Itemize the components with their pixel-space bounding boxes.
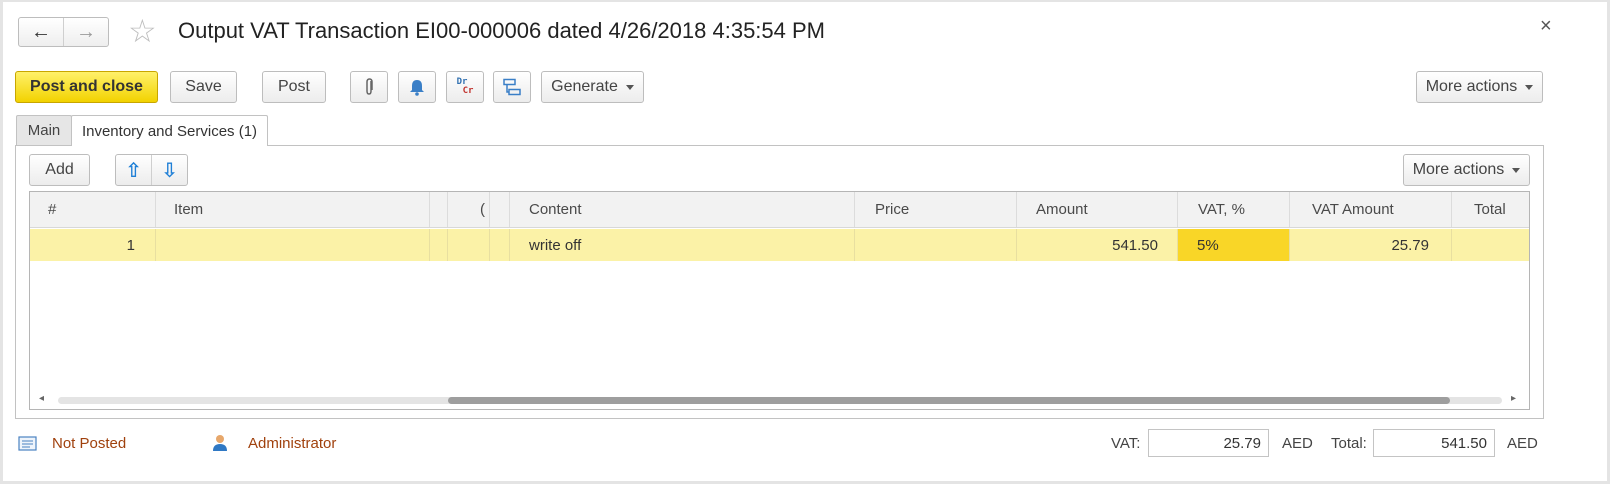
cell-item[interactable]: [156, 229, 430, 261]
favorite-star-icon[interactable]: ☆: [128, 15, 157, 47]
paperclip-icon: [366, 78, 373, 95]
cell-blank-3[interactable]: [490, 229, 510, 261]
vat-currency: AED: [1282, 435, 1313, 452]
cell-vat-amount[interactable]: 25.79: [1290, 229, 1452, 261]
forward-button[interactable]: →: [63, 18, 108, 46]
table-row[interactable]: 1 write off 541.50 5% 25.79: [30, 229, 1529, 261]
table-more-actions-button[interactable]: More actions: [1403, 154, 1530, 186]
cell-number[interactable]: 1: [30, 229, 156, 261]
horizontal-scrollbar[interactable]: ◂ ▸: [30, 391, 1529, 409]
column-header-price[interactable]: Price: [855, 192, 1017, 227]
chevron-down-icon: [1512, 167, 1521, 173]
page-title: Output VAT Transaction EI00-000006 dated…: [178, 18, 826, 43]
arrow-up-icon: ⇧: [125, 159, 142, 182]
column-header-content[interactable]: Content: [510, 192, 855, 227]
column-header-blank-1[interactable]: [430, 192, 448, 227]
column-header-vat-rate[interactable]: VAT, %: [1178, 192, 1290, 227]
table-more-actions-label: More actions: [1412, 161, 1505, 178]
post-button[interactable]: Post: [262, 71, 326, 103]
document-total-label: Total:: [1331, 435, 1367, 452]
close-icon[interactable]: ×: [1540, 16, 1552, 36]
dr-cr-button[interactable]: Dr Cr: [446, 71, 484, 103]
scrollbar-track[interactable]: [58, 397, 1502, 404]
scrollbar-thumb[interactable]: [448, 397, 1450, 404]
total-currency: AED: [1507, 435, 1538, 452]
cr-label: Cr: [462, 86, 474, 96]
add-row-button[interactable]: Add: [29, 154, 90, 186]
structure-icon: [503, 78, 521, 96]
line-items-table: # Item ( Content Price Amount VAT, % VAT…: [29, 191, 1530, 410]
arrow-right-icon: →: [76, 20, 96, 43]
posting-status-link[interactable]: Not Posted: [52, 435, 126, 452]
cell-vat-rate[interactable]: 5%: [1178, 229, 1290, 261]
scroll-left-icon[interactable]: ◂: [39, 393, 44, 404]
tab-inventory-and-services[interactable]: Inventory and Services (1): [71, 115, 268, 146]
table-header: # Item ( Content Price Amount VAT, % VAT…: [30, 192, 1529, 228]
column-header-number[interactable]: #: [30, 192, 156, 227]
column-header-blank-2[interactable]: [490, 192, 510, 227]
navigation-buttons: ← →: [18, 17, 109, 47]
tab-inventory-label: Inventory and Services (1): [81, 122, 258, 140]
document-total-field[interactable]: 541.50: [1373, 429, 1495, 457]
tab-main-label: Main: [27, 122, 61, 139]
column-header-total[interactable]: Total: [1452, 192, 1529, 227]
move-down-button[interactable]: ⇩: [151, 155, 187, 185]
tab-main[interactable]: Main: [16, 115, 72, 145]
cell-blank-2[interactable]: [448, 229, 490, 261]
structure-button[interactable]: [493, 71, 531, 103]
generate-label: Generate: [551, 78, 618, 95]
arrow-left-icon: ←: [31, 20, 51, 43]
chevron-down-icon: [1525, 84, 1534, 90]
vat-total-field[interactable]: 25.79: [1148, 429, 1269, 457]
user-icon: [213, 435, 227, 451]
cell-blank-1[interactable]: [430, 229, 448, 261]
cell-price[interactable]: [855, 229, 1017, 261]
vat-total-value: 25.79: [1223, 434, 1261, 452]
column-header-amount[interactable]: Amount: [1017, 192, 1178, 227]
column-header-item[interactable]: Item: [156, 192, 430, 227]
scroll-right-icon[interactable]: ▸: [1511, 393, 1516, 404]
column-header-truncated[interactable]: (: [448, 192, 490, 227]
post-and-close-label: Post and close: [30, 78, 143, 95]
move-up-button[interactable]: ⇧: [116, 155, 151, 185]
cell-total[interactable]: [1452, 229, 1529, 261]
reminder-button[interactable]: [398, 71, 436, 103]
move-buttons-group: ⇧ ⇩: [115, 154, 188, 186]
post-label: Post: [277, 78, 310, 95]
column-header-vat-amount[interactable]: VAT Amount: [1290, 192, 1452, 227]
author-link[interactable]: Administrator: [248, 435, 336, 452]
bell-icon: [410, 80, 424, 96]
add-label: Add: [45, 161, 74, 178]
cell-amount[interactable]: 541.50: [1017, 229, 1178, 261]
cell-content[interactable]: write off: [510, 229, 855, 261]
more-actions-label: More actions: [1425, 78, 1518, 95]
save-button[interactable]: Save: [170, 71, 237, 103]
save-label: Save: [185, 78, 222, 95]
arrow-down-icon: ⇩: [161, 159, 178, 182]
back-button[interactable]: ←: [19, 18, 63, 46]
more-actions-button[interactable]: More actions: [1416, 71, 1543, 103]
attachments-button[interactable]: [350, 71, 388, 103]
generate-dropdown[interactable]: Generate: [541, 71, 644, 103]
dr-cr-icon: Dr Cr: [457, 78, 474, 96]
chevron-down-icon: [625, 84, 634, 90]
post-and-close-button[interactable]: Post and close: [15, 71, 158, 103]
document-total-value: 541.50: [1441, 434, 1487, 452]
document-status-icon: [18, 436, 37, 451]
vat-total-label: VAT:: [1111, 435, 1141, 452]
